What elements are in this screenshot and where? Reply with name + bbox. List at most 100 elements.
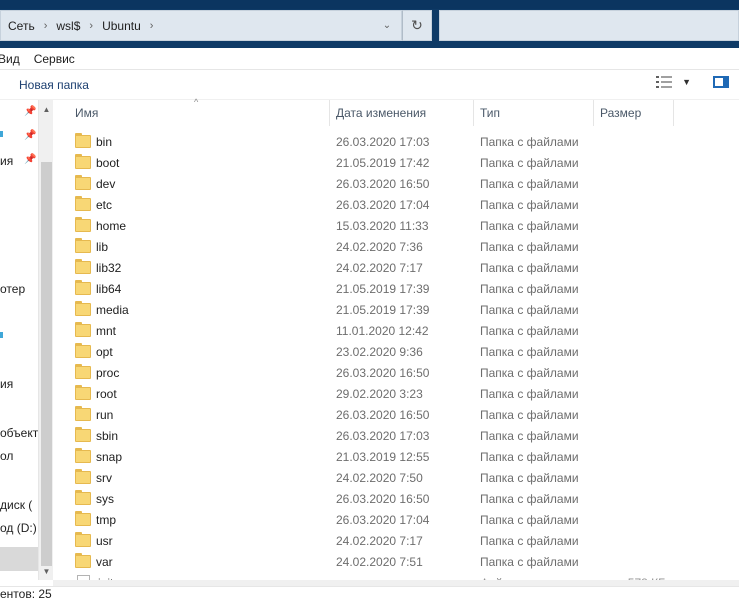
pin-icon[interactable]: 📌 <box>24 154 36 165</box>
breadcrumb-item-wsl[interactable]: wsl$ <box>53 19 83 33</box>
file-row[interactable]: mnt 11.01.2020 12:42 Папка с файлами <box>53 320 739 341</box>
pin-icon[interactable]: 📌 <box>24 130 36 141</box>
file-row[interactable]: snap 21.03.2019 12:55 Папка с файлами <box>53 446 739 467</box>
file-row[interactable]: etc 26.03.2020 17:04 Папка с файлами <box>53 194 739 215</box>
pin-icon[interactable]: 📌 <box>24 106 36 117</box>
file-name-cell: dev <box>53 175 330 191</box>
file-type: Папка с файлами <box>480 470 579 485</box>
refresh-button[interactable]: ↻ <box>402 10 432 41</box>
file-date: 21.05.2019 17:39 <box>336 281 430 296</box>
menu-service[interactable]: Сервис <box>34 52 81 66</box>
nav-item-partial[interactable]: ия <box>0 154 13 168</box>
file-row[interactable]: bin 26.03.2020 17:03 Папка с файлами <box>53 131 739 152</box>
command-toolbar: Новая папка ▼ <box>0 70 739 100</box>
nav-item-selected[interactable] <box>0 547 38 571</box>
file-row[interactable]: boot 21.05.2019 17:42 Папка с файлами <box>53 152 739 173</box>
file-name-cell: sbin <box>53 427 330 443</box>
preview-pane-icon[interactable] <box>713 76 729 88</box>
nav-item-local-disk[interactable]: диск ( <box>0 498 32 512</box>
file-row[interactable]: dev 26.03.2020 16:50 Папка с файлами <box>53 173 739 194</box>
column-header-size-label: Размер <box>600 106 642 120</box>
file-name: boot <box>96 155 120 170</box>
new-folder-button[interactable]: Новая папка <box>19 78 89 92</box>
file-type: Папка с файлами <box>480 554 579 569</box>
sort-ascending-icon: ^ <box>194 97 199 107</box>
nav-scrollbar[interactable]: ▲ ▼ <box>38 100 53 580</box>
file-name-cell: root <box>53 385 330 401</box>
folder-icon <box>75 343 91 358</box>
column-header-size[interactable]: Размер <box>594 100 674 126</box>
file-row[interactable]: sys 26.03.2020 16:50 Папка с файлами <box>53 488 739 509</box>
drive-icon <box>0 332 3 338</box>
file-date: 24.02.2020 7:17 <box>336 260 423 275</box>
file-row[interactable]: run 26.03.2020 16:50 Папка с файлами <box>53 404 739 425</box>
file-row[interactable]: var 24.02.2020 7:51 Папка с файлами <box>53 551 739 572</box>
file-row[interactable]: proc 26.03.2020 16:50 Папка с файлами <box>53 362 739 383</box>
file-date: 21.05.2019 17:42 <box>336 155 430 170</box>
folder-icon <box>75 238 91 253</box>
column-header-name[interactable]: ^ Имя <box>53 97 330 126</box>
column-header-type[interactable]: Тип <box>474 100 594 126</box>
scroll-up-icon[interactable]: ▲ <box>39 102 54 116</box>
file-name: sys <box>96 491 114 506</box>
file-date: 26.03.2020 17:04 <box>336 512 430 527</box>
file-row[interactable]: lib64 21.05.2019 17:39 Папка с файлами <box>53 278 739 299</box>
scroll-down-icon[interactable]: ▼ <box>39 564 54 578</box>
column-header-date[interactable]: Дата изменения <box>330 100 474 126</box>
file-type: Папка с файлами <box>480 155 579 170</box>
column-headers: ^ Имя Дата изменения Тип Размер <box>53 97 739 126</box>
breadcrumb-item-network[interactable]: Сеть <box>5 19 38 33</box>
file-name: usr <box>96 533 113 548</box>
file-name: sbin <box>96 428 119 443</box>
file-name-cell: srv <box>53 469 330 485</box>
file-type: Папка с файлами <box>480 407 579 422</box>
nav-item-desktop[interactable]: ол <box>0 449 13 463</box>
folder-icon <box>75 490 91 505</box>
file-name: tmp <box>96 512 117 527</box>
folder-icon <box>75 364 91 379</box>
file-list: bin 26.03.2020 17:03 Папка с файлами boot 21… <box>53 131 739 593</box>
file-type: Папка с файлами <box>480 218 579 233</box>
details-view-icon[interactable] <box>656 76 673 88</box>
folder-icon <box>75 385 91 400</box>
folder-icon <box>75 154 91 169</box>
nav-item-partial[interactable]: ия <box>0 377 13 391</box>
folder-icon <box>75 553 91 568</box>
nav-scroll-thumb[interactable] <box>41 162 52 566</box>
file-date: 26.03.2020 16:50 <box>336 176 430 191</box>
file-row[interactable]: media 21.05.2019 17:39 Папка с файлами <box>53 299 739 320</box>
address-bar[interactable]: Сеть › wsl$ › Ubuntu › ⌄ <box>0 10 402 41</box>
file-type: Папка с файлами <box>480 344 579 359</box>
view-options-caret-icon[interactable]: ▼ <box>682 77 691 87</box>
folder-icon <box>75 448 91 463</box>
chevron-right-icon[interactable]: › <box>144 20 160 32</box>
breadcrumb-item-ubuntu[interactable]: Ubuntu <box>99 19 144 33</box>
menu-view[interactable]: Вид <box>0 52 26 66</box>
nav-item-objects[interactable]: объект <box>0 426 38 440</box>
file-name-cell: mnt <box>53 322 330 338</box>
file-row[interactable]: lib 24.02.2020 7:36 Папка с файлами <box>53 236 739 257</box>
folder-icon <box>75 259 91 274</box>
nav-item-drive-d[interactable]: од (D:) <box>0 521 37 535</box>
file-date: 24.02.2020 7:50 <box>336 470 423 485</box>
chevron-right-icon[interactable]: › <box>83 20 99 32</box>
chevron-down-icon[interactable]: ⌄ <box>373 11 401 40</box>
nav-item-computer[interactable]: отер <box>0 282 25 296</box>
file-row[interactable]: lib32 24.02.2020 7:17 Папка с файлами <box>53 257 739 278</box>
file-row[interactable]: usr 24.02.2020 7:17 Папка с файлами <box>53 530 739 551</box>
folder-icon <box>75 322 91 337</box>
file-row[interactable]: srv 24.02.2020 7:50 Папка с файлами <box>53 467 739 488</box>
quick-access-icon <box>0 131 3 137</box>
search-input[interactable] <box>439 10 739 41</box>
file-date: 23.02.2020 9:36 <box>336 344 423 359</box>
file-row[interactable]: sbin 26.03.2020 17:03 Папка с файлами <box>53 425 739 446</box>
file-type: Папка с файлами <box>480 176 579 191</box>
file-type: Папка с файлами <box>480 428 579 443</box>
item-count: ентов: 25 <box>0 587 52 601</box>
file-row[interactable]: tmp 26.03.2020 17:04 Папка с файлами <box>53 509 739 530</box>
file-row[interactable]: opt 23.02.2020 9:36 Папка с файлами <box>53 341 739 362</box>
chevron-right-icon[interactable]: › <box>38 20 54 32</box>
file-row[interactable]: root 29.02.2020 3:23 Папка с файлами <box>53 383 739 404</box>
file-row[interactable]: home 15.03.2020 11:33 Папка с файлами <box>53 215 739 236</box>
navigation-pane: 📌 📌 ия 📌 отер ия объект ол диск ( од (D:… <box>0 100 38 580</box>
